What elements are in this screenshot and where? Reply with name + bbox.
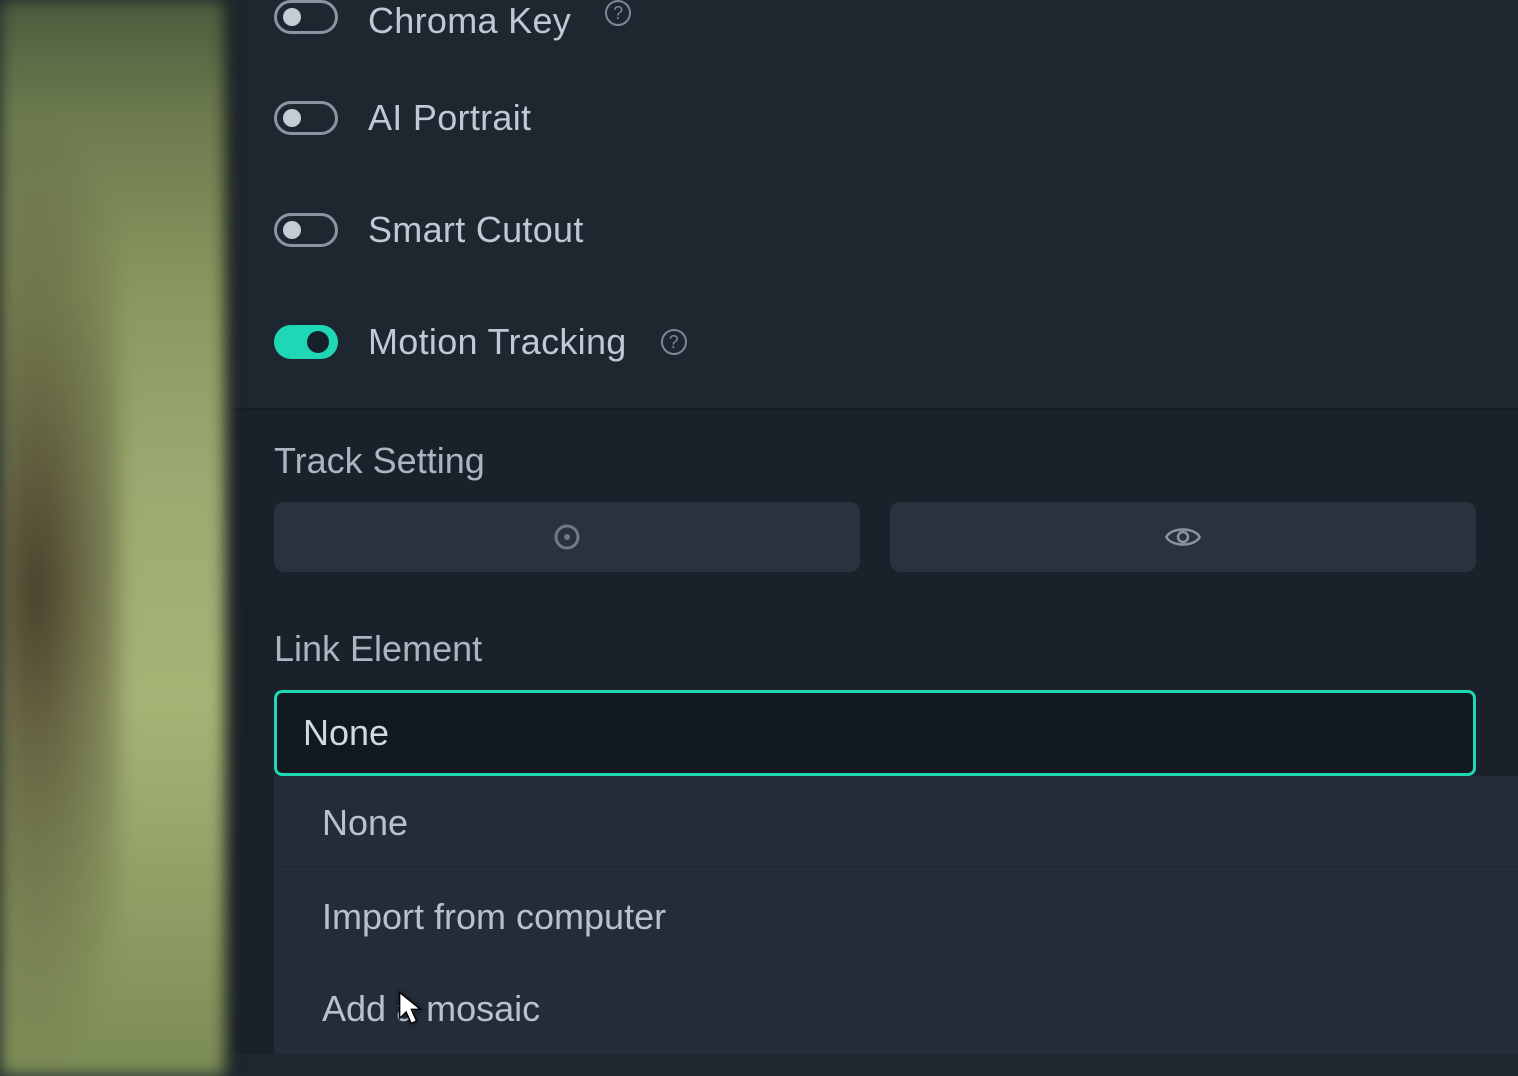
ai-portrait-row: AI Portrait	[232, 62, 1518, 174]
link-element-dropdown: None Import from computer Add a mosaic	[274, 776, 1518, 1054]
link-element-select[interactable]: None	[274, 690, 1476, 776]
toggle-knob	[283, 221, 301, 239]
chroma-key-toggle[interactable]	[274, 0, 338, 34]
help-icon[interactable]: ?	[661, 329, 687, 355]
video-preview	[0, 0, 232, 1076]
ai-portrait-toggle[interactable]	[274, 101, 338, 135]
dropdown-option-import[interactable]: Import from computer	[274, 870, 1518, 964]
track-setting-section: Track Setting	[232, 410, 1518, 586]
dropdown-option-label: Add a mosaic	[322, 988, 540, 1030]
smart-cutout-row: Smart Cutout	[232, 174, 1518, 286]
toggle-knob	[307, 331, 329, 353]
toggle-knob	[283, 109, 301, 127]
motion-tracking-toggle[interactable]	[274, 325, 338, 359]
track-target-button[interactable]	[274, 502, 860, 572]
dropdown-option-mosaic[interactable]: Add a mosaic	[274, 964, 1518, 1054]
link-element-section: Link Element None	[274, 586, 1518, 776]
toggle-knob	[283, 8, 301, 26]
link-element-selected: None	[303, 712, 389, 754]
smart-cutout-label: Smart Cutout	[368, 209, 584, 251]
track-setting-title: Track Setting	[274, 440, 1476, 482]
link-element-title: Link Element	[274, 628, 1476, 670]
ai-portrait-label: AI Portrait	[368, 97, 531, 139]
motion-tracking-row: Motion Tracking ?	[232, 286, 1518, 398]
dropdown-option-none[interactable]: None	[274, 776, 1518, 870]
track-setting-buttons	[274, 502, 1476, 572]
properties-panel: Chroma Key ? AI Portrait Smart Cutout Mo…	[232, 0, 1518, 1076]
eye-icon	[1163, 517, 1203, 557]
target-icon	[547, 517, 587, 557]
smart-cutout-toggle[interactable]	[274, 213, 338, 247]
chroma-key-label: Chroma Key	[368, 0, 571, 42]
dropdown-option-label: Import from computer	[322, 896, 666, 938]
dropdown-option-label: None	[322, 802, 408, 844]
track-preview-button[interactable]	[890, 502, 1476, 572]
help-icon[interactable]: ?	[605, 0, 631, 26]
motion-tracking-label: Motion Tracking	[368, 321, 627, 363]
chroma-key-row: Chroma Key ?	[232, 0, 1518, 62]
